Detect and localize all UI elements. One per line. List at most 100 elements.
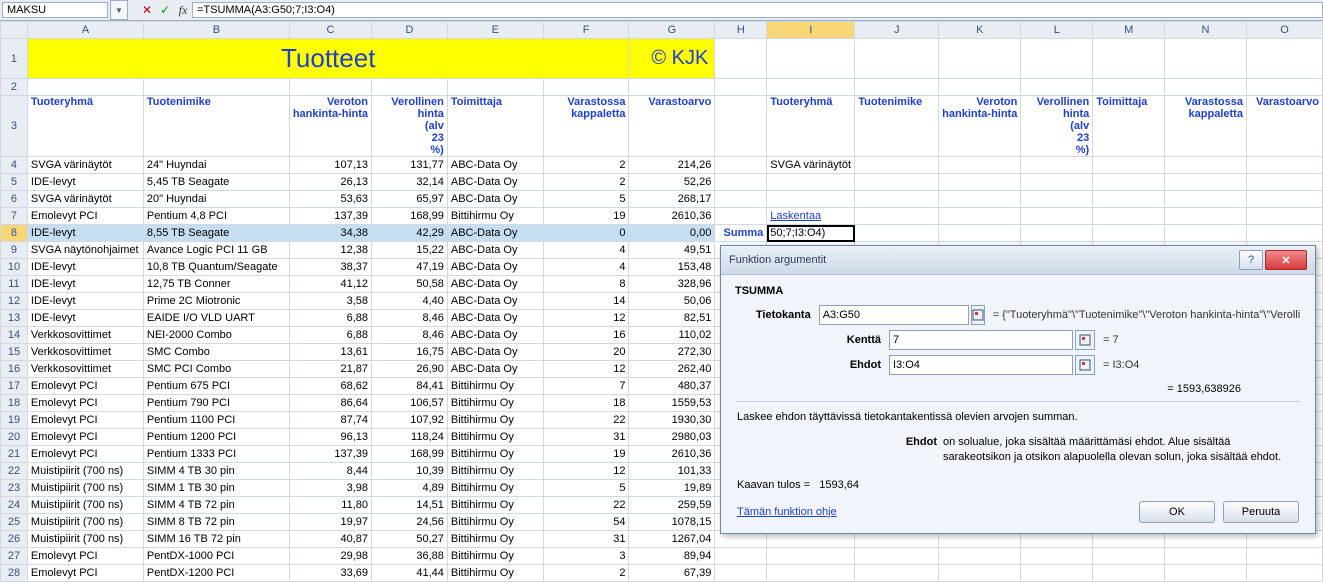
cell-A27[interactable]: Emolevyt PCI: [27, 548, 143, 565]
cell-G5[interactable]: 52,26: [629, 174, 715, 191]
cell-F28[interactable]: 2: [543, 565, 629, 582]
cell-B20[interactable]: Pentium 1200 PCI: [143, 429, 289, 446]
cell-J28[interactable]: [855, 565, 939, 582]
cell-K6[interactable]: [939, 191, 1021, 208]
cell-C10[interactable]: 38,37: [289, 259, 371, 276]
arg-picker-0[interactable]: [971, 305, 985, 325]
cell-D4[interactable]: 131,77: [372, 157, 448, 174]
cell-A22[interactable]: Muistipiirit (700 ns): [27, 463, 143, 480]
col-header-D[interactable]: D: [372, 22, 448, 39]
row-header-24[interactable]: 24: [1, 497, 28, 514]
cell-E5[interactable]: ABC-Data Oy: [447, 174, 543, 191]
cell-D23[interactable]: 4,89: [372, 480, 448, 497]
cell[interactable]: [767, 39, 855, 79]
cell-F10[interactable]: 4: [543, 259, 629, 276]
cell-B14[interactable]: NEI-2000 Combo: [143, 327, 289, 344]
cell-D19[interactable]: 107,92: [372, 412, 448, 429]
cell-B22[interactable]: SIMM 4 TB 30 pin: [143, 463, 289, 480]
cell-E15[interactable]: ABC-Data Oy: [447, 344, 543, 361]
cell-E24[interactable]: Bittihirmu Oy: [447, 497, 543, 514]
row-header-4[interactable]: 4: [1, 157, 28, 174]
cell-O4[interactable]: [1246, 157, 1322, 174]
cell-A19[interactable]: Emolevyt PCI: [27, 412, 143, 429]
row-header-5[interactable]: 5: [1, 174, 28, 191]
cell-H5[interactable]: [715, 174, 767, 191]
cell-I5[interactable]: [767, 174, 855, 191]
crit-header-1[interactable]: Tuoteryhmä: [767, 96, 855, 157]
cell-A24[interactable]: Muistipiirit (700 ns): [27, 497, 143, 514]
cell-E27[interactable]: Bittihirmu Oy: [447, 548, 543, 565]
cell-G24[interactable]: 259,59: [629, 497, 715, 514]
cell-A5[interactable]: IDE-levyt: [27, 174, 143, 191]
cell-C19[interactable]: 87,74: [289, 412, 371, 429]
header-3[interactable]: Verotonhankinta-hinta: [289, 96, 371, 157]
arg-picker-1[interactable]: [1075, 330, 1095, 350]
cell-O6[interactable]: [1246, 191, 1322, 208]
col-header-O[interactable]: O: [1246, 22, 1322, 39]
cell-A23[interactable]: Muistipiirit (700 ns): [27, 480, 143, 497]
cell-L6[interactable]: [1021, 191, 1093, 208]
cell-N7[interactable]: [1165, 208, 1247, 225]
cell-B17[interactable]: Pentium 675 PCI: [143, 378, 289, 395]
cell-G14[interactable]: 110,02: [629, 327, 715, 344]
cell[interactable]: [1093, 39, 1165, 79]
cell-D20[interactable]: 118,24: [372, 429, 448, 446]
cell-C8[interactable]: 34,38: [289, 225, 371, 242]
cell-H7[interactable]: [715, 208, 767, 225]
cell-F5[interactable]: 2: [543, 174, 629, 191]
cell[interactable]: [27, 79, 143, 96]
cell-O27[interactable]: [1246, 548, 1322, 565]
cell-A25[interactable]: Muistipiirit (700 ns): [27, 514, 143, 531]
cell[interactable]: [372, 79, 448, 96]
col-header-M[interactable]: M: [1093, 22, 1165, 39]
cell-E21[interactable]: Bittihirmu Oy: [447, 446, 543, 463]
cell-A6[interactable]: SVGA värinäytöt: [27, 191, 143, 208]
cell-D22[interactable]: 10,39: [372, 463, 448, 480]
cell-D21[interactable]: 168,99: [372, 446, 448, 463]
row-header-19[interactable]: 19: [1, 412, 28, 429]
row-header-22[interactable]: 22: [1, 463, 28, 480]
cell-G9[interactable]: 49,51: [629, 242, 715, 259]
arg-input-1[interactable]: [889, 330, 1073, 350]
col-header-F[interactable]: F: [543, 22, 629, 39]
cell-A14[interactable]: Verkkosovittimet: [27, 327, 143, 344]
cell-G13[interactable]: 82,51: [629, 310, 715, 327]
cell-I27[interactable]: [767, 548, 855, 565]
cell-A21[interactable]: Emolevyt PCI: [27, 446, 143, 463]
cell-G8[interactable]: 0,00: [629, 225, 715, 242]
cell-O8[interactable]: [1246, 225, 1322, 242]
cell-G28[interactable]: 67,39: [629, 565, 715, 582]
cell[interactable]: [767, 79, 855, 96]
cell-B16[interactable]: SMC PCI Combo: [143, 361, 289, 378]
header-7[interactable]: Varastoarvo: [629, 96, 715, 157]
cell[interactable]: [1165, 39, 1247, 79]
cell-E20[interactable]: Bittihirmu Oy: [447, 429, 543, 446]
row-header-16[interactable]: 16: [1, 361, 28, 378]
row-header-10[interactable]: 10: [1, 259, 28, 276]
dialog-help-link[interactable]: Tämän funktion ohje: [737, 506, 1131, 518]
cell-B8[interactable]: 8,55 TB Seagate: [143, 225, 289, 242]
cell-E12[interactable]: ABC-Data Oy: [447, 293, 543, 310]
cell-I8[interactable]: 50;7;I3:O4): [767, 225, 855, 242]
row-header-12[interactable]: 12: [1, 293, 28, 310]
row-header-20[interactable]: 20: [1, 429, 28, 446]
row-header-26[interactable]: 26: [1, 531, 28, 548]
cell-A13[interactable]: IDE-levyt: [27, 310, 143, 327]
cell-E25[interactable]: Bittihirmu Oy: [447, 514, 543, 531]
row-header-18[interactable]: 18: [1, 395, 28, 412]
cell-G6[interactable]: 268,17: [629, 191, 715, 208]
cell-D28[interactable]: 41,44: [372, 565, 448, 582]
cell-B4[interactable]: 24" Huyndai: [143, 157, 289, 174]
col-header-J[interactable]: J: [855, 22, 939, 39]
cell-D10[interactable]: 47,19: [372, 259, 448, 276]
cell[interactable]: [939, 39, 1021, 79]
cell-B5[interactable]: 5,45 TB Seagate: [143, 174, 289, 191]
laskentaa-link[interactable]: Laskentaa: [770, 210, 821, 222]
cell-J8[interactable]: [855, 225, 939, 242]
cell-D5[interactable]: 32,14: [372, 174, 448, 191]
cell-B25[interactable]: SIMM 8 TB 72 pin: [143, 514, 289, 531]
cell-G15[interactable]: 272,30: [629, 344, 715, 361]
cell-I4[interactable]: SVGA värinäytöt: [767, 157, 855, 174]
cell-B24[interactable]: SIMM 4 TB 72 pin: [143, 497, 289, 514]
cell-G20[interactable]: 2980,03: [629, 429, 715, 446]
